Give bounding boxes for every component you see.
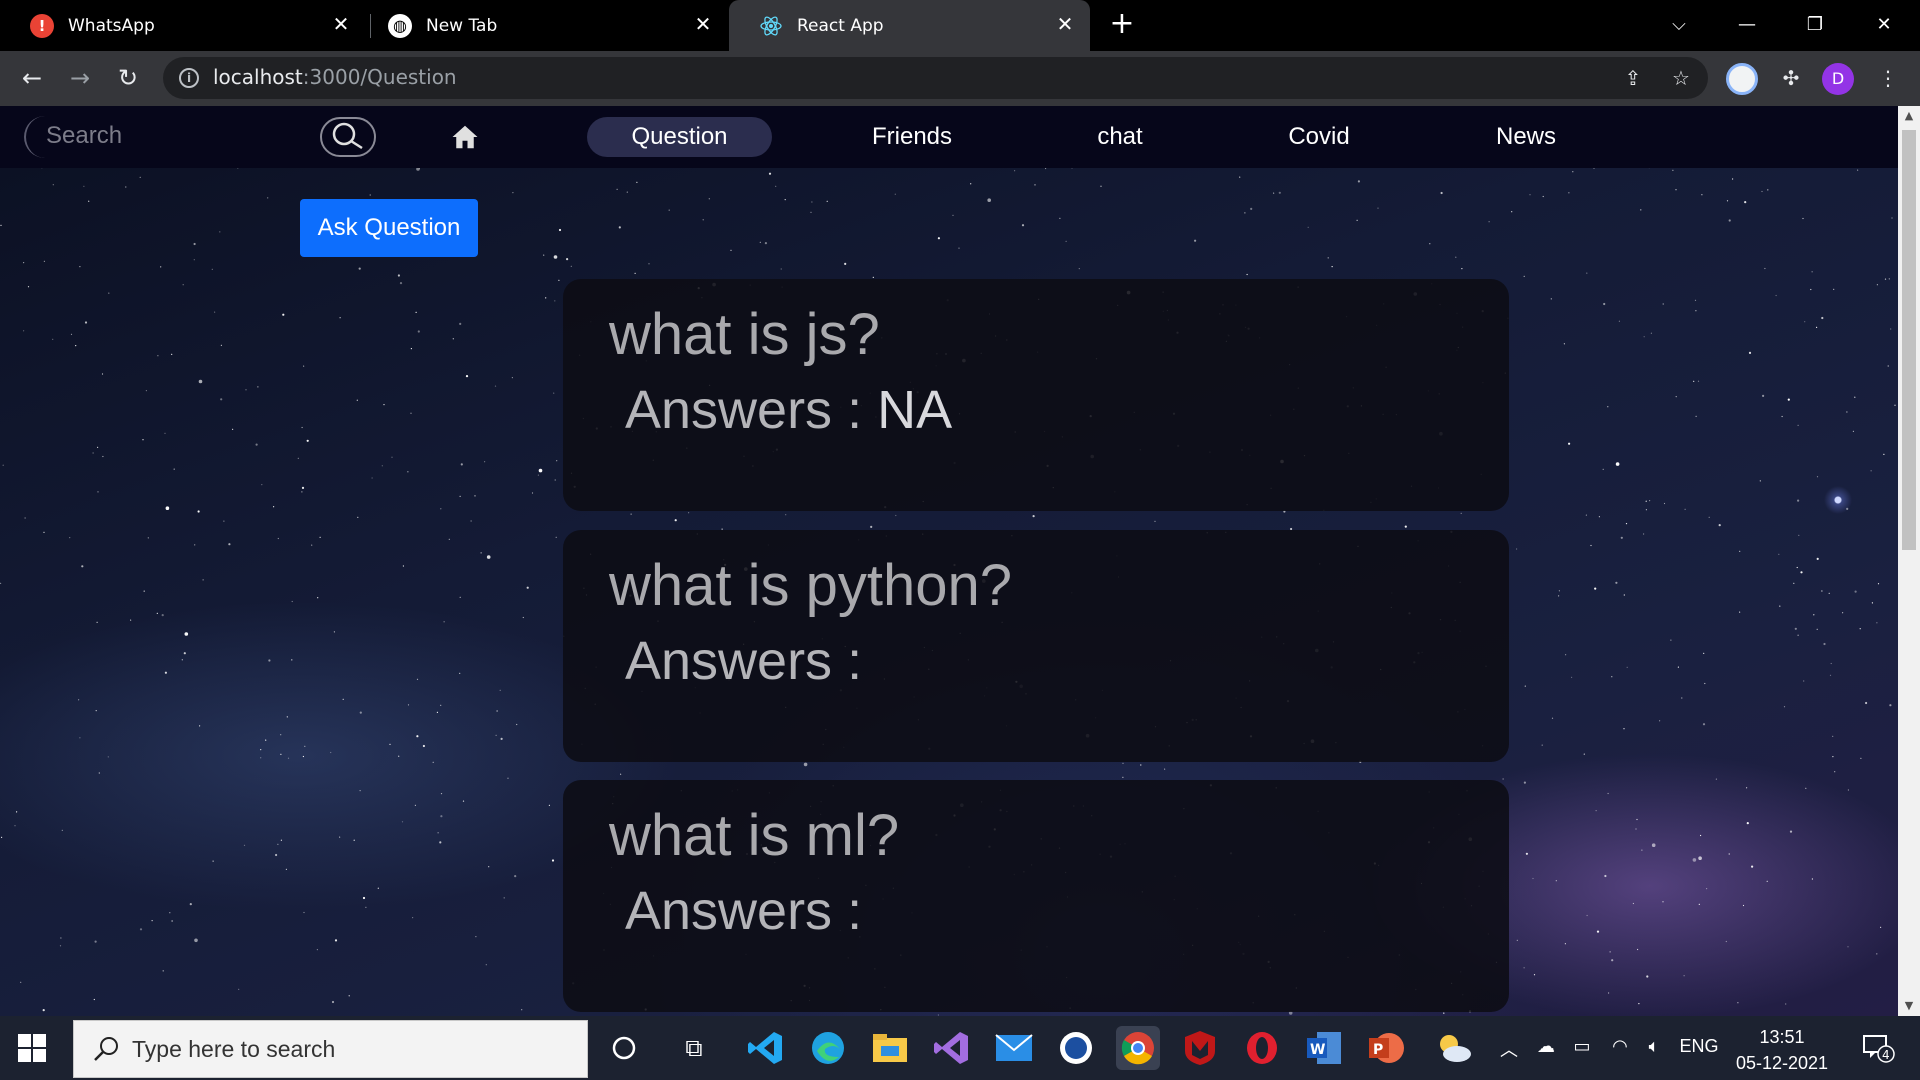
app-w-icon[interactable] [1054,1026,1098,1070]
answers-label: Answers : [625,881,863,941]
globe-icon: ◍ [388,13,412,38]
question-card[interactable]: what is js? Answers : NA [563,279,1509,511]
task-view-icon[interactable]: ⧉ [672,1026,716,1070]
minimize-button[interactable]: — [1727,8,1767,42]
answers-value: NA [877,380,953,440]
close-icon[interactable]: ✕ [1054,13,1076,35]
nav-question[interactable]: Question [587,117,772,157]
extension-icon[interactable] [1726,63,1758,95]
question-card[interactable]: what is python? Answers : [563,530,1509,762]
taskbar-search-box[interactable]: Type here to search [73,1020,588,1078]
answers-label: Answers : [625,631,863,691]
battery-icon[interactable]: ▭ [1568,1036,1596,1057]
reload-icon[interactable]: ↻ [110,60,146,96]
volume-icon[interactable]: 🔈︎ [1640,1036,1668,1057]
search-button[interactable] [320,117,376,157]
close-icon[interactable]: ✕ [692,13,714,35]
tab-react-app[interactable]: React App ✕ [729,0,1090,51]
clock-time: 13:51 [1759,1027,1805,1047]
forward-arrow-icon[interactable]: → [62,60,98,96]
nav-news[interactable]: News [1466,117,1586,157]
page-viewport: Question Friends chat Covid News Ask Que… [0,106,1898,1016]
clock-date: 05-12-2021 [1735,1053,1829,1073]
answers-label: Answers : [625,380,863,440]
tab-title: React App [797,15,884,36]
powerpoint-icon[interactable]: P [1364,1026,1408,1070]
question-answers: Answers : [625,880,862,942]
share-icon[interactable]: ⇪ [1620,65,1646,91]
question-card[interactable]: what is ml? Answers : [563,780,1509,1012]
close-window-button[interactable]: ✕ [1864,8,1904,42]
scroll-up-icon[interactable]: ▲ [1898,106,1920,126]
search-input[interactable] [46,118,316,154]
mcafee-icon[interactable] [1178,1026,1222,1070]
close-icon[interactable]: ✕ [330,13,352,35]
whatsapp-alert-icon: ! [30,13,54,38]
browser-tab-strip: ! WhatsApp ✕ ◍ New Tab ✕ React App ✕ + ⌵… [0,0,1920,51]
clock[interactable]: 13:51 05-12-2021 [1716,1024,1848,1076]
weather-icon[interactable] [1432,1026,1476,1070]
edge-icon[interactable] [806,1026,850,1070]
site-info-icon[interactable]: i [179,68,199,88]
new-tab-button[interactable]: + [1106,9,1138,41]
onedrive-icon[interactable]: ☁ [1532,1036,1560,1057]
word-icon[interactable]: W [1302,1026,1346,1070]
windows-start-icon[interactable] [18,1034,46,1062]
svg-text:W: W [1310,1042,1325,1058]
tab-title: WhatsApp [68,15,155,36]
cortana-icon[interactable] [602,1026,646,1070]
file-explorer-icon[interactable] [868,1026,912,1070]
mail-icon[interactable] [992,1026,1036,1070]
react-icon [759,14,783,38]
back-arrow-icon[interactable]: ← [14,60,50,96]
question-answers: Answers : NA [625,379,952,441]
vscode-icon[interactable] [744,1026,788,1070]
home-icon[interactable] [450,122,480,152]
url-text[interactable]: localhost:3000/Question [213,65,457,89]
question-answers: Answers : [625,630,862,692]
search-icon [94,1037,118,1061]
puzzle-extensions-icon[interactable]: ✣ [1778,65,1804,91]
question-title: what is ml? [609,803,900,868]
taskbar-search-placeholder: Type here to search [132,1036,336,1062]
nav-chat[interactable]: chat [1060,117,1180,157]
question-title: what is js? [609,302,880,367]
nav-friends[interactable]: Friends [852,117,972,157]
tab-new-tab[interactable]: ◍ New Tab ✕ [358,0,728,51]
nav-covid[interactable]: Covid [1259,117,1379,157]
search-icon [332,122,363,150]
tab-whatsapp[interactable]: ! WhatsApp ✕ [0,0,366,51]
ask-question-button[interactable]: Ask Question [300,199,478,257]
notification-count: 4 [1882,1048,1890,1062]
notification-icon: 4 [1863,1035,1895,1063]
opera-icon[interactable] [1240,1026,1284,1070]
question-title: what is python? [609,553,1013,618]
site-navbar: Question Friends chat Covid News [0,106,1898,168]
show-hidden-icons-chevron-icon[interactable]: ︿ [1498,1036,1520,1062]
tab-title: New Tab [426,15,498,36]
browser-toolbar: ← → ↻ i localhost:3000/Question ⇪ ☆ ✣ D … [0,51,1920,106]
chrome-icon[interactable] [1116,1026,1160,1070]
visual-studio-icon[interactable] [930,1026,974,1070]
menu-kebab-icon[interactable]: ⋮ [1875,65,1901,91]
page-scrollbar[interactable]: ▲ ▼ [1898,106,1920,1016]
scroll-down-icon[interactable]: ▼ [1898,996,1920,1016]
address-bar[interactable]: i localhost:3000/Question ⇪ ☆ [163,57,1708,99]
profile-avatar[interactable]: D [1822,63,1854,95]
bookmark-star-icon[interactable]: ☆ [1668,65,1694,91]
svg-text:P: P [1373,1042,1383,1058]
windows-taskbar: Type here to search ⧉ W P ︿ ☁ ▭ ◠ 🔈︎ ENG… [0,1016,1920,1080]
scrollbar-thumb[interactable] [1902,130,1916,550]
wifi-icon[interactable]: ◠ [1606,1036,1634,1057]
restore-button[interactable]: ❐ [1795,8,1835,42]
notification-center-icon[interactable]: 4 [1858,1030,1898,1066]
tab-search-chevron-icon[interactable]: ⌵ [1659,8,1699,42]
